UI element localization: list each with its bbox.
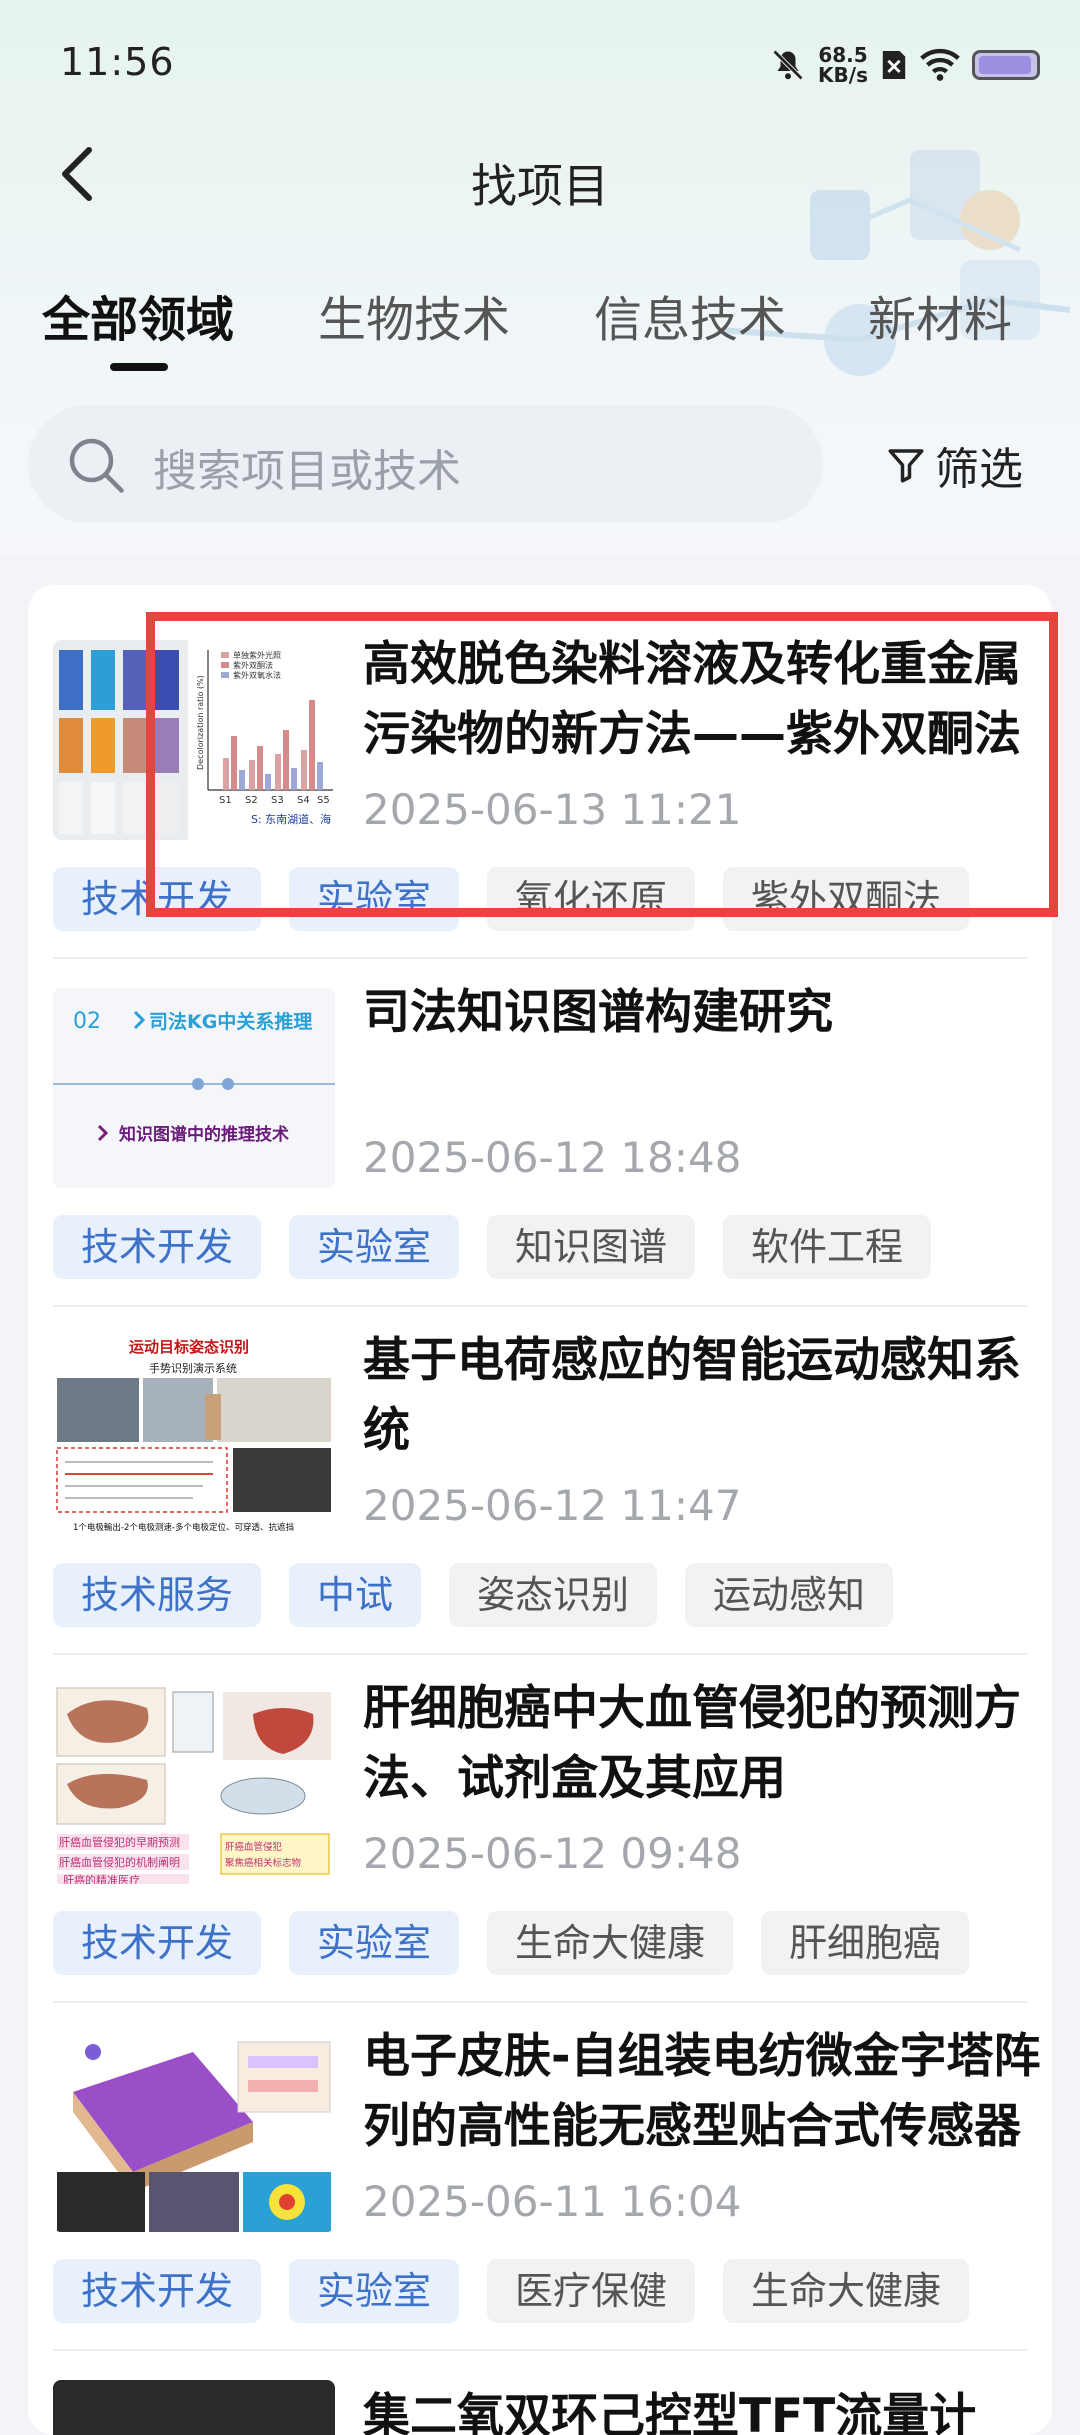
tag-type: 技术开发 [53,867,262,931]
tag-keyword: 紫外双酮法 [723,867,970,931]
slide-subheading: 知识图谱中的推理技术 [118,1124,289,1145]
battery-icon [972,50,1040,80]
active-tab-indicator [110,363,168,371]
project-title[interactable]: 肝细胞癌中大血管侵犯的预测方法、试剂盒及其应用 [363,1674,1043,1814]
status-bar: 11:56 68.5 KB/s [0,0,1080,125]
tag-keyword: 姿态识别 [449,1563,658,1627]
page-title: 找项目 [471,159,609,213]
tag-keyword: 知识图谱 [487,1215,696,1279]
slide-caption: 1个电极輸出-2个电极测速-多个电极定位、可穿透、抗遮挡 [73,1522,294,1533]
list-item[interactable]: 运动目标姿态识别 手势识别演示系统 1个电极輸出-2个电极测速-多个电极定位、可… [28,1281,1052,1655]
project-thumbnail: 肝癌血管侵犯的早期预测 肝癌血管侵犯的机制阐明 肝癌的精准医疗 肝癌血管侵犯 聚… [53,1684,335,1884]
search-placeholder: 搜索项目或技术 [153,446,461,497]
list-item[interactable]: 肝癌血管侵犯的早期预测 肝癌血管侵犯的机制阐明 肝癌的精准医疗 肝癌血管侵犯 聚… [28,1629,1052,2003]
legend-entry: 单独紫外光照 [233,650,281,660]
mute-icon [772,49,804,81]
slide-box: 肝癌血管侵犯 [225,1841,283,1853]
slide-line: 肝癌的精准医疗 [63,1873,140,1884]
list-item[interactable]: 电子皮肤-自组装电纺微金字塔阵列的高性能无感型贴合式传感器 2025-06-11… [28,1977,1052,2351]
project-thumbnail [53,2032,335,2232]
y-axis-label: Decolorization ratio (%) [196,675,205,770]
project-title[interactable]: 集二氧双环己控型TFT流量计 [363,2377,976,2435]
sim-off-icon [882,51,906,79]
tag-keyword: 运动感知 [685,1563,894,1627]
slide-heading: 运动目标姿态识别 [129,1338,249,1356]
nav-bar: 找项目 [0,140,1080,220]
network-speed: 68.5 KB/s [818,45,868,85]
tab-all-fields[interactable]: 全部领域 [42,280,234,350]
project-date: 2025-06-11 16:04 [363,2177,742,2226]
project-tags: 技术开发 实验室 医疗保健 生命大健康 [53,2259,970,2323]
tag-stage: 实验室 [289,1911,460,1975]
tag-keyword: 生命大健康 [487,1911,734,1975]
legend-entry: 紫外双氧水法 [233,670,281,680]
domain-tabs: 全部领域 生物技术 信息技术 新材料 [0,280,1080,380]
project-tags: 技术开发 实验室 知识图谱 软件工程 [53,1215,932,1279]
project-date: 2025-06-12 11:47 [363,1481,742,1530]
clock: 11:56 [60,40,175,84]
chart-note: S: 东南湖道、海 [251,812,331,826]
tag-stage: 实验室 [289,1215,460,1279]
x-tick: S4 [297,795,310,806]
x-tick: S3 [271,795,284,806]
project-title[interactable]: 电子皮肤-自组装电纺微金字塔阵列的高性能无感型贴合式传感器 [363,2022,1043,2162]
slide-box: 聚焦癌相关标志物 [225,1857,302,1869]
tag-keyword: 软件工程 [723,1215,932,1279]
project-thumbnail: 运动目标姿态识别 手势识别演示系统 1个电极輸出-2个电极测速-多个电极定位、可… [53,1336,335,1536]
search-icon [69,438,124,493]
project-date: 2025-06-12 09:48 [363,1829,742,1878]
project-date: 2025-06-12 18:48 [363,1133,742,1182]
project-title[interactable]: 高效脱色染料溶液及转化重金属污染物的新方法——紫外双酮法 [363,630,1043,770]
header-area: 11:56 68.5 KB/s 找项目 全部领域 生物技术 信息技术 新材料 搜… [0,0,1080,555]
tag-type: 技术开发 [53,1215,262,1279]
project-tags: 技术开发 实验室 生命大健康 肝细胞癌 [53,1911,970,1975]
list-item[interactable]: 单独紫外光照 紫外双酮法 紫外双氧水法 Decolorization ratio… [28,585,1052,959]
speed-value: 68.5 [818,43,868,67]
filter-icon [888,449,924,483]
x-tick: S1 [219,795,232,806]
wifi-icon [920,48,960,81]
tab-new-materials[interactable]: 新材料 [868,280,1012,350]
legend-entry: 紫外双酮法 [233,660,273,670]
tab-infotech[interactable]: 信息技术 [594,280,786,350]
slide-subheading: 手势识别演示系统 [149,1361,237,1375]
slide-heading: 司法KG中关系推理 [149,1010,312,1033]
tag-type: 技术开发 [53,2259,262,2323]
tag-stage: 实验室 [289,2259,460,2323]
tag-keyword: 生命大健康 [723,2259,970,2323]
project-title[interactable]: 司法知识图谱构建研究 [363,978,1043,1048]
project-thumbnail: 02 司法KG中关系推理 知识图谱中的推理技术 [53,988,335,1188]
tag-type: 技术服务 [53,1563,262,1627]
project-tags: 技术服务 中试 姿态识别 运动感知 [53,1563,894,1627]
speed-unit: KB/s [818,63,868,87]
tag-type: 技术开发 [53,1911,262,1975]
project-tags: 技术开发 实验室 氧化还原 紫外双酮法 [53,867,970,931]
project-title[interactable]: 基于电荷感应的智能运动感知系统 [363,1326,1043,1466]
status-icons: 68.5 KB/s [770,40,1040,90]
project-list: 单独紫外光照 紫外双酮法 紫外双氧水法 Decolorization ratio… [28,585,1052,2435]
project-date: 2025-06-13 11:21 [363,785,742,834]
tab-biotech[interactable]: 生物技术 [318,280,510,350]
list-item[interactable]: 02 司法KG中关系推理 知识图谱中的推理技术 司法知识图谱构建研究 2025-… [28,933,1052,1307]
slide-line: 肝癌血管侵犯的早期预测 [59,1835,180,1849]
divider [53,2349,1028,2351]
slide-number: 02 [73,1009,101,1034]
filter-button[interactable]: 筛选 [885,435,1023,495]
x-tick: S2 [245,795,258,806]
filter-label: 筛选 [935,444,1023,495]
project-thumbnail: 单独紫外光照 紫外双酮法 紫外双氧水法 Decolorization ratio… [53,640,335,840]
search-input[interactable]: 搜索项目或技术 [28,405,823,523]
tag-stage: 实验室 [289,867,460,931]
tag-keyword: 氧化还原 [487,867,696,931]
tag-keyword: 肝细胞癌 [761,1911,970,1975]
tag-keyword: 医疗保健 [487,2259,696,2323]
slide-line: 肝癌血管侵犯的机制阐明 [59,1855,180,1869]
x-tick: S5 [317,795,330,806]
tag-stage: 中试 [289,1563,422,1627]
